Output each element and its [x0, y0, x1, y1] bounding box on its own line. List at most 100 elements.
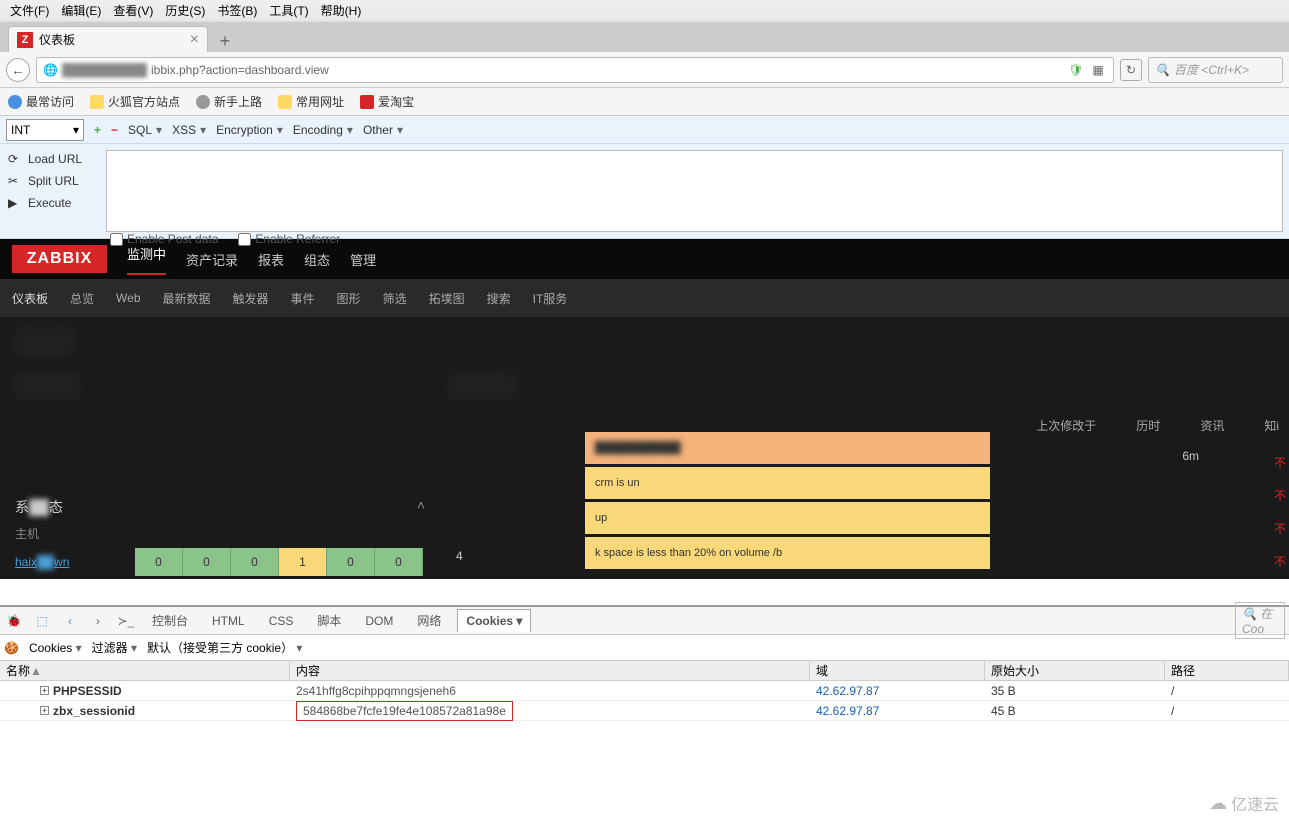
bookmark-firefox-site[interactable]: 火狐官方站点	[90, 93, 180, 110]
bookmark-aitaobao[interactable]: 爱淘宝	[360, 93, 414, 110]
hackbar-split-url[interactable]: ✂Split URL	[4, 172, 96, 190]
subnav-discovery[interactable]: 搜索	[487, 290, 511, 307]
hackbar-encoding[interactable]: Encoding	[293, 123, 353, 137]
hackbar-xss[interactable]: XSS	[172, 123, 206, 137]
devtools-tab-css[interactable]: CSS	[261, 610, 302, 632]
devtools-tab-cookies[interactable]: Cookies ▾	[457, 609, 531, 632]
reader-icon[interactable]: ▦	[1089, 61, 1107, 79]
menu-help[interactable]: 帮助(H)	[315, 0, 368, 21]
status-cell[interactable]: 0	[231, 548, 279, 576]
col-name-header[interactable]: 名称▲	[0, 660, 290, 681]
nav-configuration[interactable]: 组态	[304, 250, 330, 269]
subnav-dashboard[interactable]: 仪表板	[12, 290, 48, 307]
menu-tools[interactable]: 工具(T)	[263, 0, 314, 21]
browser-search-input[interactable]: 🔍 百度 <Ctrl+K>	[1148, 57, 1283, 83]
devtools-tab-net[interactable]: 网络	[409, 608, 449, 633]
alert-row[interactable]: k space is less than 20% on volume /b	[585, 537, 990, 569]
alert-row[interactable]: ███████████	[585, 432, 990, 464]
hackbar-url-textarea[interactable]	[106, 150, 1283, 232]
devtools-tab-html[interactable]: HTML	[204, 610, 253, 632]
ack-no[interactable]: 不	[1271, 447, 1289, 477]
nav-prev-icon[interactable]: ‹	[60, 611, 80, 631]
host-link[interactable]: haix██wn	[15, 548, 135, 576]
browser-tab[interactable]: Z 仪表板 ×	[8, 26, 208, 52]
collapse-icon[interactable]: ˄	[417, 497, 425, 513]
hackbar-db-select[interactable]: INT▾	[6, 119, 84, 141]
bookmark-common-sites[interactable]: 常用网址	[278, 93, 344, 110]
nav-administration[interactable]: 管理	[350, 250, 376, 269]
subnav-latest[interactable]: 最新数据	[163, 290, 211, 307]
menu-file[interactable]: 文件(F)	[4, 0, 55, 21]
inspector-icon[interactable]: ⬚	[32, 611, 52, 631]
default-accept-menu[interactable]: 默认（接受第三方 cookie）	[147, 639, 302, 656]
status-cell[interactable]: 0	[327, 548, 375, 576]
bookmark-most-visited[interactable]: 最常访问	[8, 93, 74, 110]
status-cell[interactable]: 0	[375, 548, 423, 576]
subnav-maps[interactable]: 拓墣图	[429, 290, 465, 307]
referrer-checkbox[interactable]	[238, 233, 251, 246]
menu-history[interactable]: 历史(S)	[159, 0, 211, 21]
subnav-events[interactable]: 事件	[291, 290, 315, 307]
console-toggle-icon[interactable]: ≻_	[116, 611, 136, 631]
back-button[interactable]: ←	[6, 58, 30, 82]
zabbix-logo[interactable]: ZABBIX	[12, 245, 107, 273]
status-cell[interactable]: 0	[135, 548, 183, 576]
devtools-cookies-subtoolbar: 🍪 Cookies 过滤器 默认（接受第三方 cookie）	[0, 635, 1289, 661]
hackbar-opt-referrer[interactable]: Enable Referrer	[238, 232, 340, 246]
col-path-header[interactable]: 路径	[1165, 660, 1289, 681]
expand-icon[interactable]: +	[40, 686, 49, 695]
reload-button[interactable]: ↻	[1120, 59, 1142, 81]
hackbar-encryption[interactable]: Encryption	[216, 123, 283, 137]
devtools-tab-console[interactable]: 控制台	[144, 608, 196, 633]
hackbar-load-url[interactable]: ⟳Load URL	[4, 150, 96, 168]
ack-no[interactable]: 不	[1271, 546, 1289, 576]
bookmark-label: 新手上路	[214, 93, 262, 110]
table-row[interactable]: +zbx_sessionid 584868be7fcfe19fe4e108572…	[0, 701, 1289, 721]
alert-row[interactable]: up	[585, 502, 990, 534]
cookies-menu[interactable]: Cookies	[29, 641, 82, 655]
hackbar-sql[interactable]: SQL	[128, 123, 162, 137]
col-content-header[interactable]: 内容	[290, 660, 810, 681]
ack-no[interactable]: 不	[1271, 480, 1289, 510]
alert-row[interactable]: crm is un	[585, 467, 990, 499]
nav-inventory[interactable]: 资产记录	[186, 250, 238, 269]
status-cell-warn[interactable]: 1	[279, 548, 327, 576]
status-cell[interactable]: 0	[183, 548, 231, 576]
new-tab-button[interactable]: +	[212, 30, 238, 52]
hackbar-minus-button[interactable]: −	[111, 123, 118, 137]
subnav-graphs[interactable]: 图形	[337, 290, 361, 307]
subnav-overview[interactable]: 总览	[70, 290, 94, 307]
shield-icon[interactable]: 🛡	[1067, 61, 1085, 79]
filter-menu[interactable]: 过滤器	[92, 639, 137, 656]
col-size-header[interactable]: 原始大小	[985, 660, 1165, 681]
nav-next-icon[interactable]: ›	[88, 611, 108, 631]
devtools-tab-script[interactable]: 脚本	[309, 608, 349, 633]
close-tab-icon[interactable]: ×	[190, 31, 199, 49]
cookies-icon[interactable]: 🍪	[4, 641, 19, 655]
post-checkbox[interactable]	[110, 233, 123, 246]
nav-reports[interactable]: 报表	[258, 250, 284, 269]
subnav-itservices[interactable]: IT服务	[533, 290, 568, 307]
hackbar-execute[interactable]: ▶Execute	[4, 194, 96, 212]
subnav-web[interactable]: Web	[116, 291, 140, 305]
widget-blur	[448, 372, 518, 400]
subnav-triggers[interactable]: 触发器	[233, 290, 269, 307]
firebug-icon[interactable]: 🐞	[4, 611, 24, 631]
hackbar-opt-post[interactable]: Enable Post data	[110, 232, 218, 246]
nav-monitoring[interactable]: 监测中	[127, 244, 166, 275]
expand-icon[interactable]: +	[40, 706, 49, 715]
devtools-tab-dom[interactable]: DOM	[357, 610, 401, 632]
hackbar-other[interactable]: Other	[363, 123, 403, 137]
ack-no[interactable]: 不	[1271, 513, 1289, 543]
folder-icon	[90, 95, 104, 109]
menu-bookmarks[interactable]: 书签(B)	[211, 0, 263, 21]
menu-view[interactable]: 查看(V)	[107, 0, 159, 21]
subnav-screens[interactable]: 筛选	[383, 290, 407, 307]
url-input[interactable]: 🌐 ██████████ ibbix.php?action=dashboard.…	[36, 57, 1114, 83]
col-domain-header[interactable]: 域	[810, 660, 985, 681]
devtools-search[interactable]: 🔍 在 Coo	[1235, 602, 1285, 639]
bookmark-getting-started[interactable]: 新手上路	[196, 93, 262, 110]
col-last-change: 上次修改于	[1036, 417, 1096, 434]
menu-edit[interactable]: 编辑(E)	[55, 0, 107, 21]
hackbar-plus-button[interactable]: +	[94, 123, 101, 137]
